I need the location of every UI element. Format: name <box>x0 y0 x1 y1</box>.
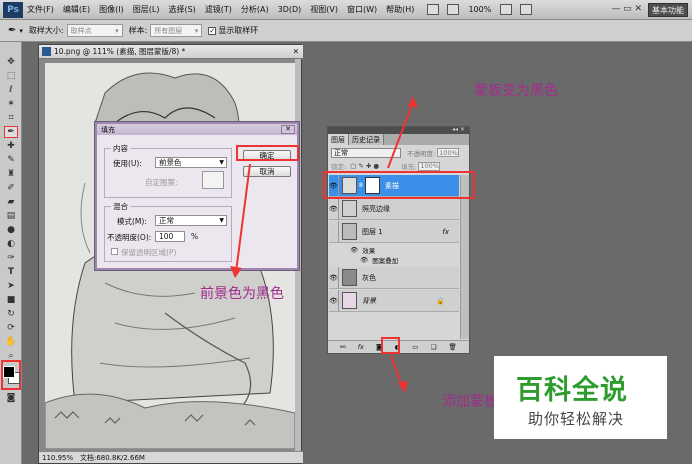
badge-title: 百科全说 <box>516 375 628 406</box>
annotation-fg-black: 前景色为黑色 <box>200 286 284 302</box>
arrow-head <box>398 381 408 393</box>
arrow-to-fg-text <box>235 163 251 273</box>
annotation-mask-black: 蒙板变为黑色 <box>474 83 558 99</box>
annotation-add-mask: 添加蒙板 <box>442 394 498 410</box>
arrow-head <box>230 266 242 278</box>
arrow-head <box>408 96 418 108</box>
badge-subtitle: 助你轻松解决 <box>528 410 625 428</box>
baike-watermark: 百科全说 助你轻松解决 <box>494 356 667 439</box>
arrow-to-mask-text <box>387 101 414 169</box>
